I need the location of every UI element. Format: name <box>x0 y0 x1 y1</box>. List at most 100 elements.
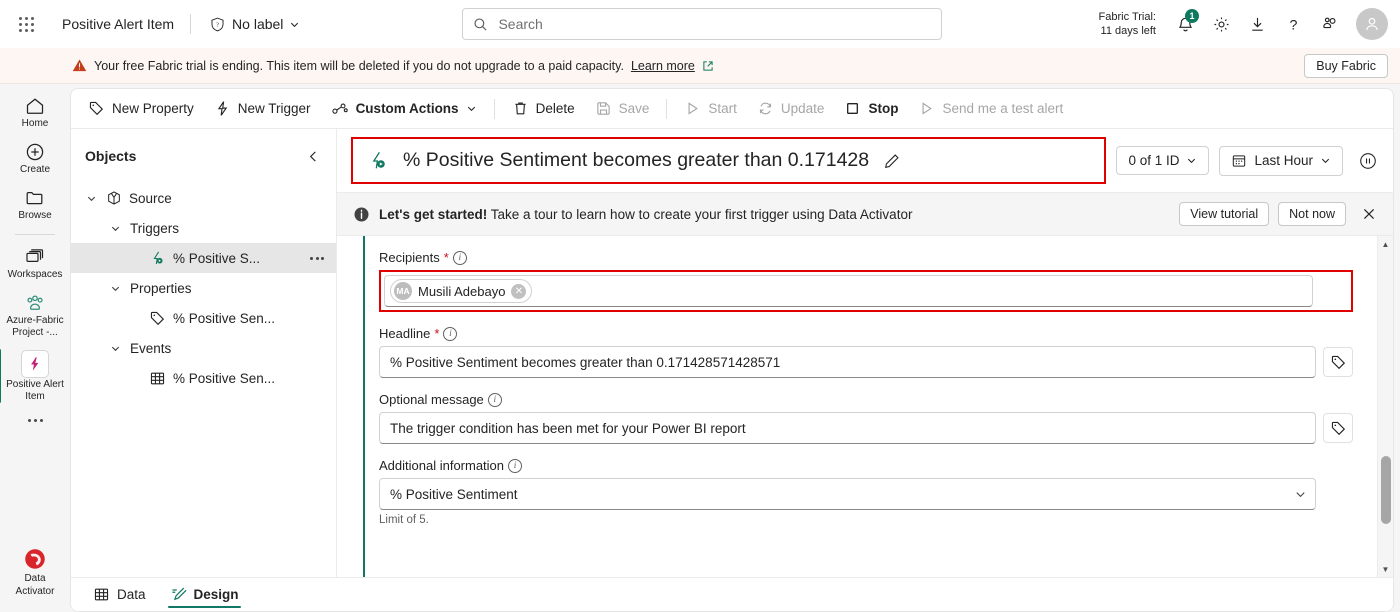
external-link-icon[interactable] <box>702 60 714 72</box>
scroll-down-arrow-icon[interactable]: ▼ <box>1378 561 1394 577</box>
divider <box>190 14 192 34</box>
tree-item-positive-sentiment-event[interactable]: % Positive Sen... <box>71 363 336 393</box>
info-icon[interactable]: i <box>443 326 458 341</box>
left-nav-rail: Home Create Browse Workspaces Azure-Fabr… <box>0 84 70 612</box>
new-property-button[interactable]: New Property <box>79 95 203 122</box>
recipient-name: Musili Adebayo <box>418 283 506 299</box>
close-tutorial-banner-button[interactable] <box>1355 200 1383 228</box>
tree-item-label: % Positive Sen... <box>173 370 276 386</box>
recipient-chip[interactable]: MA Musili Adebayo ✕ <box>390 279 533 303</box>
command-divider <box>493 98 495 119</box>
workspaces-icon <box>24 246 46 268</box>
stop-button[interactable]: Stop <box>835 95 907 122</box>
scroll-up-arrow-icon[interactable]: ▲ <box>1378 236 1394 252</box>
tab-label: Data <box>117 587 146 602</box>
info-icon[interactable]: i <box>487 392 502 407</box>
calendar-icon <box>1231 153 1247 169</box>
chevron-left-icon <box>307 150 320 163</box>
rail-item-label: Home <box>21 118 49 129</box>
save-icon <box>595 100 612 117</box>
new-trigger-button[interactable]: New Trigger <box>205 95 320 122</box>
rail-item-data-activator[interactable]: Data Activator <box>4 541 66 602</box>
detail-pane: % Positive Sentiment becomes greater tha… <box>337 129 1393 577</box>
feedback-button[interactable] <box>1312 7 1346 41</box>
learn-more-link[interactable]: Learn more <box>631 59 695 73</box>
time-range-button[interactable]: Last Hour <box>1219 145 1343 176</box>
chevron-down-icon[interactable] <box>107 343 123 354</box>
rail-more-options-icon[interactable] <box>27 409 43 432</box>
rail-item-positive-alert-item[interactable]: Positive Alert Item <box>0 345 66 407</box>
buy-fabric-button[interactable]: Buy Fabric <box>1304 53 1388 78</box>
info-icon <box>353 206 370 223</box>
tree-item-events[interactable]: Events <box>71 333 336 363</box>
trash-icon <box>512 100 529 117</box>
app-title[interactable]: Positive Alert Item <box>58 13 178 35</box>
additional-information-field: Additional information i % Positive Sent… <box>379 458 1353 526</box>
optional-message-input[interactable]: The trigger condition has been met for y… <box>379 412 1316 444</box>
notifications-button[interactable]: 1 <box>1168 7 1202 41</box>
app-launcher-icon[interactable] <box>8 6 44 42</box>
chevron-down-icon[interactable] <box>83 193 99 204</box>
search-input[interactable] <box>496 15 932 33</box>
main-card: New Property New Trigger Custom Actions … <box>70 88 1394 612</box>
delete-button[interactable]: Delete <box>503 95 584 122</box>
recipients-input[interactable]: MA Musili Adebayo ✕ <box>384 275 1313 307</box>
rail-item-azure-fabric-project[interactable]: Azure-Fabric Project -... <box>4 287 66 343</box>
avatar[interactable] <box>1356 8 1388 40</box>
tree-item-source[interactable]: Source <box>71 183 336 213</box>
custom-actions-button[interactable]: Custom Actions <box>322 95 486 123</box>
table-icon <box>93 586 110 603</box>
optional-message-input-row: The trigger condition has been met for y… <box>379 412 1353 444</box>
info-icon[interactable]: i <box>452 250 467 265</box>
trial-banner: Your free Fabric trial is ending. This i… <box>0 48 1400 84</box>
settings-button[interactable] <box>1204 7 1238 41</box>
rail-divider <box>15 234 55 235</box>
tree-item-more-options-icon[interactable] <box>306 253 328 264</box>
rail-item-create[interactable]: Create <box>4 136 66 180</box>
folder-icon <box>24 187 46 209</box>
tree-item-properties[interactable]: Properties <box>71 273 336 303</box>
help-button[interactable]: ? <box>1276 7 1310 41</box>
id-filter-button[interactable]: 0 of 1 ID <box>1116 146 1210 175</box>
downloads-button[interactable] <box>1240 7 1274 41</box>
collapse-objects-pane-button[interactable] <box>300 143 326 169</box>
optional-message-insert-tag-button[interactable] <box>1323 413 1353 443</box>
tree-item-label: % Positive Sen... <box>173 310 276 326</box>
chevron-down-icon <box>1186 155 1197 166</box>
additional-information-label-row: Additional information i <box>379 458 1353 473</box>
headline-insert-tag-button[interactable] <box>1323 347 1353 377</box>
send-test-alert-button: Send me a test alert <box>909 95 1072 122</box>
not-now-button[interactable]: Not now <box>1278 202 1346 226</box>
chevron-down-icon[interactable] <box>107 223 123 234</box>
start-button: Start <box>675 95 746 122</box>
scrollbar-thumb[interactable] <box>1380 455 1391 524</box>
additional-information-select[interactable]: % Positive Sentiment <box>379 478 1316 510</box>
info-icon[interactable]: i <box>508 458 523 473</box>
tab-data[interactable]: Data <box>81 578 158 611</box>
pencil-icon[interactable] <box>883 152 901 170</box>
tree-item-positive-sentiment-trigger[interactable]: % Positive S... <box>71 243 336 273</box>
rail-item-browse[interactable]: Browse <box>4 182 66 226</box>
trigger-title-highlight: % Positive Sentiment becomes greater tha… <box>351 137 1107 184</box>
form-scrollbar[interactable]: ▲ ▼ <box>1377 236 1393 577</box>
rail-item-workspaces[interactable]: Workspaces <box>4 241 66 285</box>
headline-input-row: % Positive Sentiment becomes greater tha… <box>379 346 1353 378</box>
tutorial-banner: Let's get started! Take a tour to learn … <box>337 192 1393 236</box>
recipients-highlight: MA Musili Adebayo ✕ <box>379 270 1353 312</box>
tree-item-label: Triggers <box>130 220 180 236</box>
headline-input[interactable]: % Positive Sentiment becomes greater tha… <box>379 346 1316 378</box>
tab-design[interactable]: Design <box>158 578 251 611</box>
chevron-down-icon[interactable] <box>107 283 123 294</box>
view-tutorial-button[interactable]: View tutorial <box>1179 202 1270 226</box>
sensitivity-label-button[interactable]: ? No label <box>203 12 306 37</box>
search-box[interactable] <box>462 8 943 40</box>
tree-item-triggers[interactable]: Triggers <box>71 213 336 243</box>
recipients-label: Recipients <box>379 250 440 265</box>
rail-item-home[interactable]: Home <box>4 90 66 134</box>
pause-refresh-button[interactable] <box>1353 146 1383 176</box>
update-button: Update <box>748 95 834 122</box>
tree-item-positive-sentiment-property[interactable]: % Positive Sen... <box>71 303 336 333</box>
close-icon[interactable]: ✕ <box>511 283 527 299</box>
scrollbar-track[interactable] <box>1378 252 1394 561</box>
tree-item-label: % Positive S... <box>173 250 261 266</box>
